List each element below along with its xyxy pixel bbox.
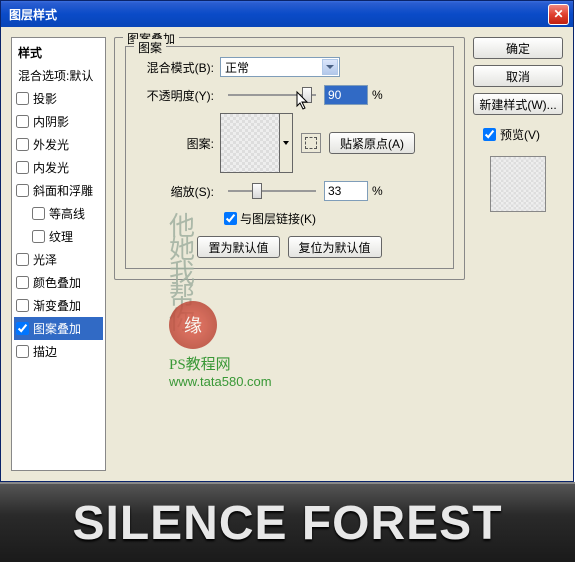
style-item-label: 内阴影 [33, 113, 69, 130]
style-item-label: 图案叠加 [33, 320, 81, 337]
style-item[interactable]: 光泽 [14, 248, 103, 271]
pattern-swatch[interactable] [220, 113, 280, 173]
style-item[interactable]: 图案叠加 [14, 317, 103, 340]
style-item[interactable]: 斜面和浮雕 [14, 179, 103, 202]
center-panel: 图案叠加 图案 混合模式(B): 正常 不透明度(Y): [114, 37, 465, 471]
scale-percent: % [372, 184, 383, 198]
close-button[interactable]: ✕ [548, 4, 569, 25]
style-item-checkbox[interactable] [16, 184, 29, 197]
style-item-label: 颜色叠加 [33, 274, 81, 291]
opacity-input[interactable] [324, 85, 368, 105]
link-label: 与图层链接(K) [240, 210, 316, 227]
snap-to-origin-button[interactable]: 贴紧原点(A) [329, 132, 415, 154]
style-item[interactable]: 纹理 [14, 225, 103, 248]
style-item-checkbox[interactable] [16, 92, 29, 105]
link-row: 与图层链接(K) [136, 209, 443, 228]
chevron-down-icon [322, 59, 338, 75]
preview-label: 预览(V) [500, 126, 540, 143]
style-item-label: 光泽 [33, 251, 57, 268]
blending-options-item[interactable]: 混合选项:默认 [14, 64, 103, 87]
preview-checkbox-input[interactable] [483, 128, 496, 141]
scale-input[interactable] [324, 181, 368, 201]
style-item-label: 等高线 [49, 205, 85, 222]
style-item[interactable]: 渐变叠加 [14, 294, 103, 317]
style-item-checkbox[interactable] [16, 345, 29, 358]
style-item-label: 投影 [33, 90, 57, 107]
scale-slider[interactable] [228, 190, 316, 192]
style-item[interactable]: 内发光 [14, 156, 103, 179]
style-item-label: 外发光 [33, 136, 69, 153]
make-default-button[interactable]: 置为默认值 [197, 236, 279, 258]
new-preset-button[interactable] [301, 133, 321, 153]
opacity-label: 不透明度(Y): [136, 87, 214, 104]
right-panel: 确定 取消 新建样式(W)... 预览(V) [473, 37, 563, 471]
style-item-checkbox[interactable] [16, 276, 29, 289]
link-with-layer-checkbox[interactable]: 与图层链接(K) [220, 209, 316, 228]
preview-swatch [490, 156, 546, 212]
style-item-checkbox[interactable] [16, 115, 29, 128]
pattern-overlay-group: 图案叠加 图案 混合模式(B): 正常 不透明度(Y): [114, 37, 465, 280]
titlebar: 图层样式 ✕ [1, 1, 573, 27]
opacity-slider[interactable] [228, 94, 316, 96]
watermark-seal-icon: 缘 [169, 301, 217, 349]
style-item[interactable]: 描边 [14, 340, 103, 363]
pattern-row: 图案: 贴紧原点(A) [136, 113, 443, 173]
blend-mode-label: 混合模式(B): [136, 59, 214, 76]
style-item[interactable]: 等高线 [14, 202, 103, 225]
reset-default-button[interactable]: 复位为默认值 [288, 236, 382, 258]
banner-text: SILENCE FOREST [72, 496, 502, 551]
opacity-percent: % [372, 88, 383, 102]
scale-row: 缩放(S): % [136, 181, 443, 201]
style-item-label: 内发光 [33, 159, 69, 176]
preview-checkbox[interactable]: 预览(V) [479, 125, 563, 144]
pattern-label: 图案: [136, 135, 214, 152]
style-item[interactable]: 外发光 [14, 133, 103, 156]
scale-label: 缩放(S): [136, 183, 214, 200]
style-item-label: 斜面和浮雕 [33, 182, 93, 199]
defaults-row: 置为默认值 复位为默认值 [136, 236, 443, 258]
style-item-label: 渐变叠加 [33, 297, 81, 314]
style-item-checkbox[interactable] [32, 230, 45, 243]
style-item-checkbox[interactable] [16, 138, 29, 151]
cancel-button[interactable]: 取消 [473, 65, 563, 87]
style-item[interactable]: 内阴影 [14, 110, 103, 133]
slider-thumb[interactable] [252, 183, 262, 199]
blend-mode-row: 混合模式(B): 正常 [136, 57, 443, 77]
style-item[interactable]: 颜色叠加 [14, 271, 103, 294]
opacity-row: 不透明度(Y): % [136, 85, 443, 105]
styles-header[interactable]: 样式 [14, 41, 103, 64]
style-item-checkbox[interactable] [16, 253, 29, 266]
layer-style-dialog: 图层样式 ✕ 样式 混合选项:默认 投影内阴影外发光内发光斜面和浮雕等高线纹理光… [0, 0, 574, 482]
style-item-label: 纹理 [49, 228, 73, 245]
link-checkbox-input[interactable] [224, 212, 237, 225]
inner-title: 图案 [134, 39, 166, 56]
new-style-button[interactable]: 新建样式(W)... [473, 93, 563, 115]
style-item[interactable]: 投影 [14, 87, 103, 110]
watermark-url: www.tata580.com [169, 374, 272, 389]
window-title: 图层样式 [5, 6, 548, 23]
dialog-body: 样式 混合选项:默认 投影内阴影外发光内发光斜面和浮雕等高线纹理光泽颜色叠加渐变… [1, 27, 573, 481]
blend-mode-select[interactable]: 正常 [220, 57, 340, 77]
style-item-checkbox[interactable] [16, 322, 29, 335]
watermark-site-name: PS教程网 [169, 353, 272, 374]
blend-mode-value: 正常 [225, 59, 249, 76]
style-item-checkbox[interactable] [16, 299, 29, 312]
pattern-dropdown-arrow[interactable] [280, 113, 293, 173]
style-item-checkbox[interactable] [16, 161, 29, 174]
style-item-label: 描边 [33, 343, 57, 360]
slider-thumb[interactable] [302, 87, 312, 103]
ok-button[interactable]: 确定 [473, 37, 563, 59]
pattern-inner-group: 图案 混合模式(B): 正常 不透明度(Y): [125, 46, 454, 269]
style-item-checkbox[interactable] [32, 207, 45, 220]
bottom-banner: SILENCE FOREST [0, 482, 575, 562]
styles-list-panel: 样式 混合选项:默认 投影内阴影外发光内发光斜面和浮雕等高线纹理光泽颜色叠加渐变… [11, 37, 106, 471]
